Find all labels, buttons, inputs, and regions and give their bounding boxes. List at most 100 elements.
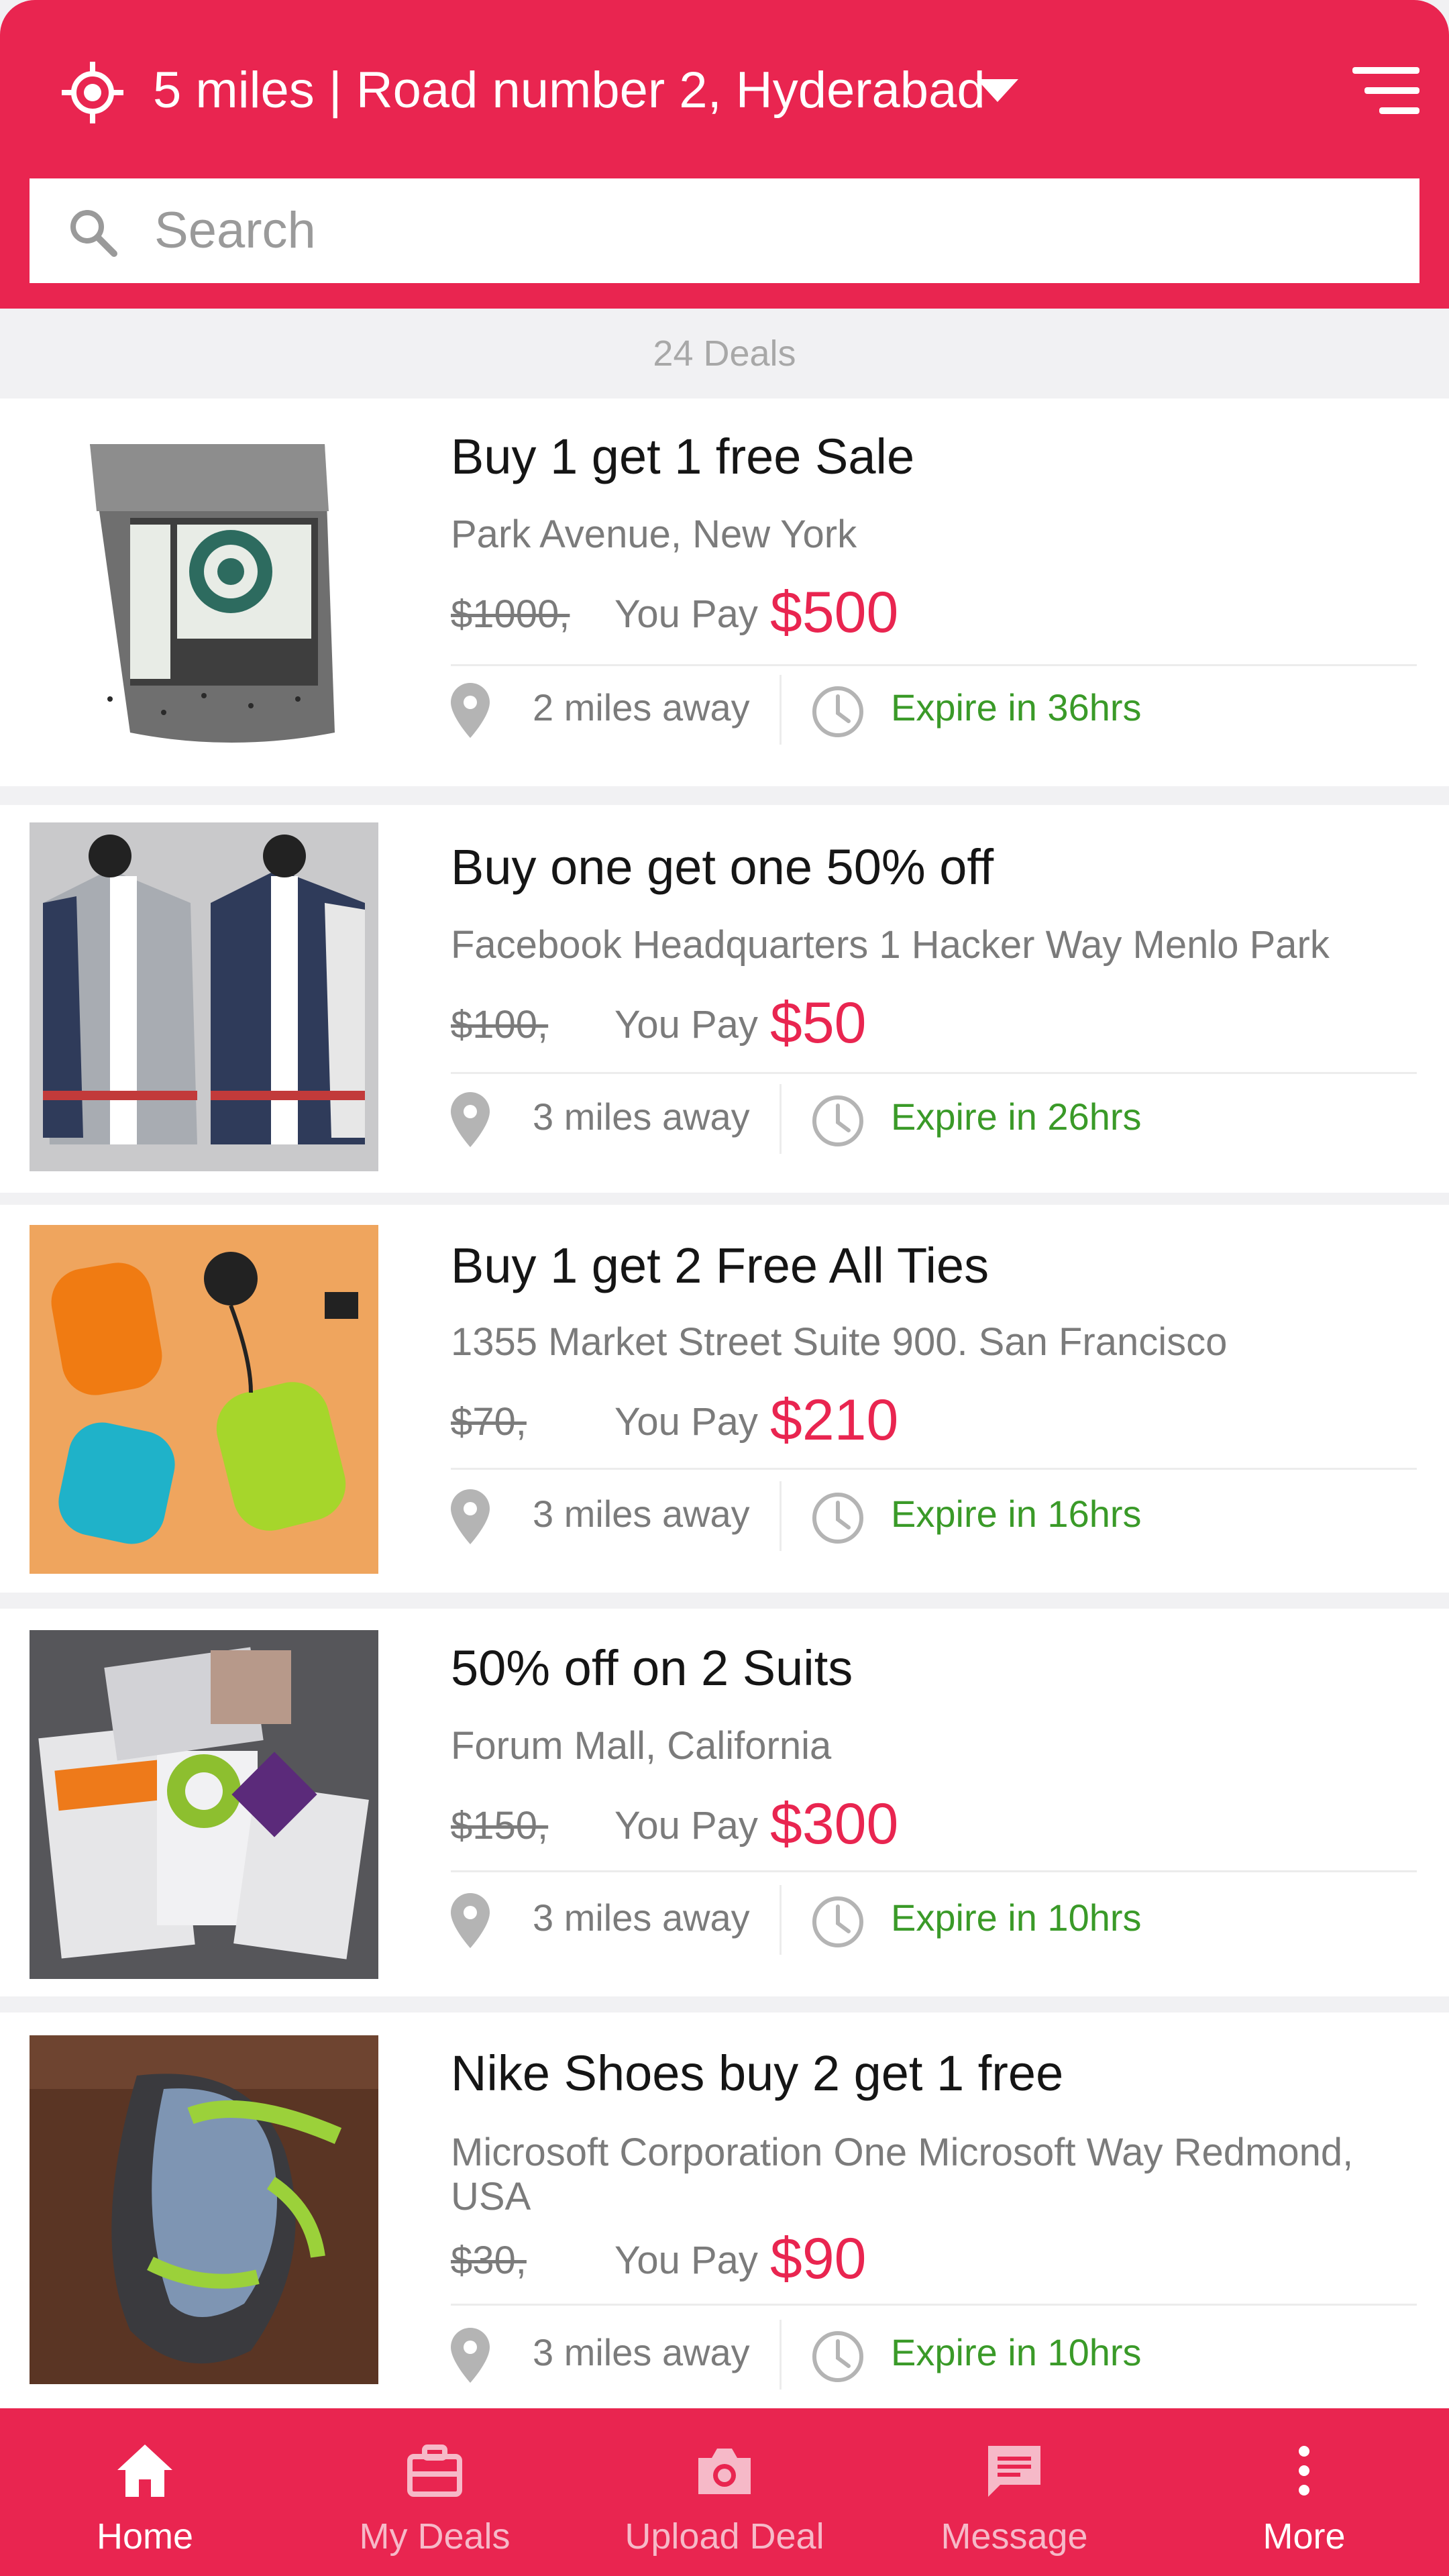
deal-meta: 3 miles away Expire in 10hrs bbox=[451, 2320, 1417, 2390]
expire-text: Expire in 16hrs bbox=[891, 1493, 1142, 1535]
separator bbox=[780, 1885, 782, 1955]
price-row: $1000, You Pay $500 bbox=[451, 580, 1417, 653]
original-price: $100, bbox=[451, 1003, 549, 1046]
original-price: $30, bbox=[451, 2239, 527, 2282]
nav-upload-deal[interactable]: Upload Deal bbox=[580, 2408, 869, 2576]
briefcase-icon bbox=[407, 2445, 462, 2497]
search-icon bbox=[70, 210, 117, 257]
location-selector[interactable]: 5 miles | Road number 2, Hyderabad bbox=[153, 54, 985, 127]
deal-image bbox=[30, 1225, 378, 1574]
deal-price: $210 bbox=[770, 1388, 899, 1452]
bottom-navigation: Home My Deals Upload Deal Message More bbox=[0, 2408, 1449, 2576]
home-icon bbox=[117, 2445, 172, 2497]
expire-text: Expire in 26hrs bbox=[891, 1095, 1142, 1138]
distance-text: 3 miles away bbox=[533, 1493, 750, 1535]
original-price: $150, bbox=[451, 1804, 549, 1847]
expire-text: Expire in 10hrs bbox=[891, 1896, 1142, 1939]
deal-title: Buy 1 get 2 Free All Ties bbox=[451, 1238, 989, 1293]
search-bar[interactable]: Search bbox=[30, 178, 1419, 283]
separator bbox=[780, 1084, 782, 1154]
you-pay-label: You Pay bbox=[614, 1804, 758, 1847]
clock-icon bbox=[812, 2331, 863, 2382]
separator bbox=[780, 2320, 782, 2390]
deal-image bbox=[30, 2035, 378, 2384]
app-screen: 5 miles | Road number 2, Hyderabad Searc… bbox=[0, 0, 1449, 2576]
original-price: $70, bbox=[451, 1400, 527, 1444]
clock-icon bbox=[812, 1493, 863, 1544]
deal-price: $90 bbox=[770, 2226, 867, 2291]
nav-message[interactable]: Message bbox=[869, 2408, 1159, 2576]
clock-icon bbox=[812, 1896, 863, 1947]
more-vertical-icon bbox=[1299, 2446, 1309, 2496]
nav-label: Upload Deal bbox=[625, 2516, 824, 2557]
divider bbox=[451, 664, 1417, 666]
nav-label: Message bbox=[941, 2516, 1088, 2557]
distance-text: 2 miles away bbox=[533, 686, 750, 729]
expire-text: Expire in 10hrs bbox=[891, 2331, 1142, 2373]
nav-home[interactable]: Home bbox=[0, 2408, 290, 2576]
deal-address: Facebook Headquarters 1 Hacker Way Menlo… bbox=[451, 923, 1330, 967]
divider bbox=[451, 2304, 1417, 2306]
clock-icon bbox=[812, 1095, 863, 1146]
nav-more[interactable]: More bbox=[1159, 2408, 1449, 2576]
computer-mice-image bbox=[30, 1225, 378, 1574]
deal-meta: 3 miles away Expire in 16hrs bbox=[451, 1481, 1417, 1551]
deal-image bbox=[30, 1630, 378, 1979]
deal-card[interactable]: Buy 1 get 1 free Sale Park Avenue, New Y… bbox=[0, 398, 1449, 786]
deal-meta: 3 miles away Expire in 26hrs bbox=[451, 1084, 1417, 1154]
price-row: $30, You Pay $90 bbox=[451, 2226, 1417, 2300]
deal-price: $500 bbox=[770, 580, 899, 645]
map-pin-icon bbox=[451, 683, 490, 738]
deal-title: Buy 1 get 1 free Sale bbox=[451, 429, 915, 484]
deal-address: 1355 Market Street Suite 900. San Franci… bbox=[451, 1320, 1228, 1364]
chevron-down-icon[interactable] bbox=[977, 79, 1018, 102]
you-pay-label: You Pay bbox=[614, 1400, 758, 1444]
app-header: 5 miles | Road number 2, Hyderabad Searc… bbox=[0, 0, 1449, 309]
divider bbox=[451, 1468, 1417, 1470]
chia-seeds-bag-image bbox=[30, 417, 378, 766]
price-row: $100, You Pay $50 bbox=[451, 990, 1417, 1064]
deal-title: Nike Shoes buy 2 get 1 free bbox=[451, 2045, 1064, 2101]
expire-text: Expire in 36hrs bbox=[891, 686, 1142, 729]
separator bbox=[780, 1481, 782, 1551]
deal-image bbox=[30, 822, 378, 1171]
deal-address: Forum Mall, California bbox=[451, 1724, 832, 1768]
deal-meta: 2 miles away Expire in 36hrs bbox=[451, 675, 1417, 745]
camera-icon bbox=[698, 2449, 751, 2494]
deal-card[interactable]: 50% off on 2 Suits Forum Mall, Californi… bbox=[0, 1609, 1449, 1996]
varsity-jackets-image bbox=[30, 822, 378, 1171]
nav-label: Home bbox=[96, 2516, 194, 2557]
you-pay-label: You Pay bbox=[614, 1003, 758, 1046]
divider bbox=[451, 1072, 1417, 1074]
deal-price: $300 bbox=[770, 1792, 899, 1856]
thrive-packets-image bbox=[30, 1630, 378, 1979]
divider bbox=[451, 1870, 1417, 1872]
map-pin-icon bbox=[451, 1489, 490, 1544]
nav-my-deals[interactable]: My Deals bbox=[290, 2408, 580, 2576]
filter-sort-icon[interactable] bbox=[1352, 67, 1419, 115]
price-row: $70, You Pay $210 bbox=[451, 1387, 1417, 1461]
search-input[interactable]: Search bbox=[154, 178, 316, 283]
clock-icon bbox=[812, 686, 863, 737]
nav-label: More bbox=[1263, 2516, 1346, 2557]
map-pin-icon bbox=[451, 1893, 490, 1948]
deal-address: Park Avenue, New York bbox=[451, 513, 857, 556]
deal-address: Microsoft Corporation One Microsoft Way … bbox=[451, 2131, 1354, 2218]
deal-price: $50 bbox=[770, 991, 867, 1055]
deal-image bbox=[30, 417, 378, 766]
distance-text: 3 miles away bbox=[533, 1095, 750, 1138]
deal-card[interactable]: Buy 1 get 2 Free All Ties 1355 Market St… bbox=[0, 1205, 1449, 1593]
deal-card[interactable]: Nike Shoes buy 2 get 1 free Microsoft Co… bbox=[0, 2012, 1449, 2408]
green-sandal-image bbox=[30, 2035, 378, 2384]
deal-title: Buy one get one 50% off bbox=[451, 839, 994, 895]
deal-card[interactable]: Buy one get one 50% off Facebook Headqua… bbox=[0, 805, 1449, 1193]
you-pay-label: You Pay bbox=[614, 2239, 758, 2282]
deals-count: 24 Deals bbox=[0, 309, 1449, 398]
message-icon bbox=[988, 2446, 1040, 2497]
map-pin-icon bbox=[451, 2328, 490, 2383]
price-row: $150, You Pay $300 bbox=[451, 1791, 1417, 1865]
distance-text: 3 miles away bbox=[533, 2331, 750, 2373]
separator bbox=[780, 675, 782, 745]
deal-meta: 3 miles away Expire in 10hrs bbox=[451, 1885, 1417, 1955]
crosshair-location-icon[interactable] bbox=[62, 62, 123, 123]
